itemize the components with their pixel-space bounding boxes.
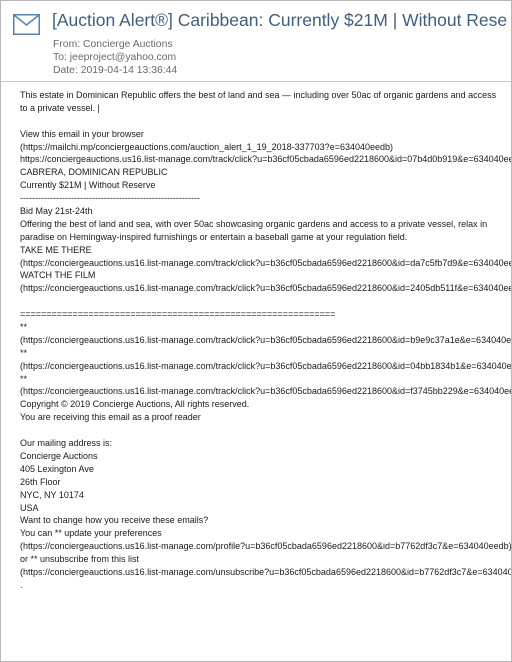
body-text-line: NYC, NY 10174 <box>20 489 84 500</box>
body-text-line: or ** unsubscribe from this list <box>20 554 140 565</box>
body-text-line: paradise on Hemingway-inspired furnishin… <box>20 231 408 242</box>
body-text-line: View this email in your browser <box>20 128 144 139</box>
body-text-line: This estate in Dominican Republic offers… <box>20 90 497 100</box>
body-text-line: ** <box>20 347 28 358</box>
body-text-line: ========================================… <box>20 309 336 320</box>
email-subject: [Auction Alert®] Caribbean: Currently $2… <box>52 10 507 30</box>
body-text-line: Copyright © 2019 Concierge Auctions, All… <box>20 399 250 410</box>
body-text-line: ** <box>20 373 28 384</box>
body-text-line: ** <box>20 322 28 333</box>
body-text-line: USA <box>20 502 39 513</box>
body-text-line: Bid May 21st-24th <box>20 206 93 217</box>
body-text-line: TAKE ME THERE <box>20 244 92 255</box>
envelope-icon <box>13 14 40 35</box>
email-window: [Auction Alert®] Caribbean: Currently $2… <box>0 0 512 662</box>
body-text-line: Concierge Auctions <box>20 450 98 461</box>
body-text-line: Our mailing address is: <box>20 438 113 449</box>
body-text-line: You are receiving this email as a proof … <box>20 412 201 423</box>
email-header: [Auction Alert®] Caribbean: Currently $2… <box>1 1 511 82</box>
body-text-line: to a private vessel. | <box>20 102 100 113</box>
body-text-line: ----------------------------------------… <box>20 193 200 204</box>
body-text-line: Currently $21M | Without Reserve <box>20 180 156 191</box>
body-link[interactable]: (https://conciergeauctions.us16.list-man… <box>20 540 511 553</box>
body-text-line: 26th Floor <box>20 476 61 487</box>
body-text-line: Offering the best of land and sea, with … <box>20 218 488 229</box>
body-text-line: Want to change how you receive these ema… <box>20 515 209 526</box>
email-to: To: jeeproject@yahoo.com <box>53 52 177 64</box>
body-text-line: CABRERA, DOMINICAN REPUBLIC <box>20 167 168 178</box>
body-text-line: 405 Lexington Ave <box>20 463 94 474</box>
body-link[interactable]: (https://conciergeauctions.us16.list-man… <box>20 385 511 398</box>
body-link[interactable]: (https://mailchi.mp/conciergeauctions.co… <box>20 141 511 154</box>
body-link[interactable]: (https://conciergeauctions.us16.list-man… <box>20 334 511 347</box>
body-text-line: You can ** update your preferences <box>20 528 162 539</box>
body-link[interactable]: (https://conciergeauctions.us16.list-man… <box>20 360 511 373</box>
email-body: This estate in Dominican Republic offers… <box>20 89 511 592</box>
body-link[interactable]: https://conciergeauctions.us16.list-mana… <box>20 153 511 166</box>
body-link[interactable]: (https://conciergeauctions.us16.list-man… <box>20 257 511 270</box>
email-date: Date: 2019-04-14 13:36:44 <box>53 65 178 77</box>
email-from: From: Concierge Auctions <box>53 39 173 50</box>
body-text-line: . <box>20 579 23 590</box>
body-link[interactable]: (https://conciergeauctions.us16.list-man… <box>20 566 511 579</box>
body-link[interactable]: (https://conciergeauctions.us16.list-man… <box>20 282 511 295</box>
body-text-line: WATCH THE FILM <box>20 270 96 281</box>
email-meta: From: Concierge Auctions To: jeeproject@… <box>53 38 177 78</box>
